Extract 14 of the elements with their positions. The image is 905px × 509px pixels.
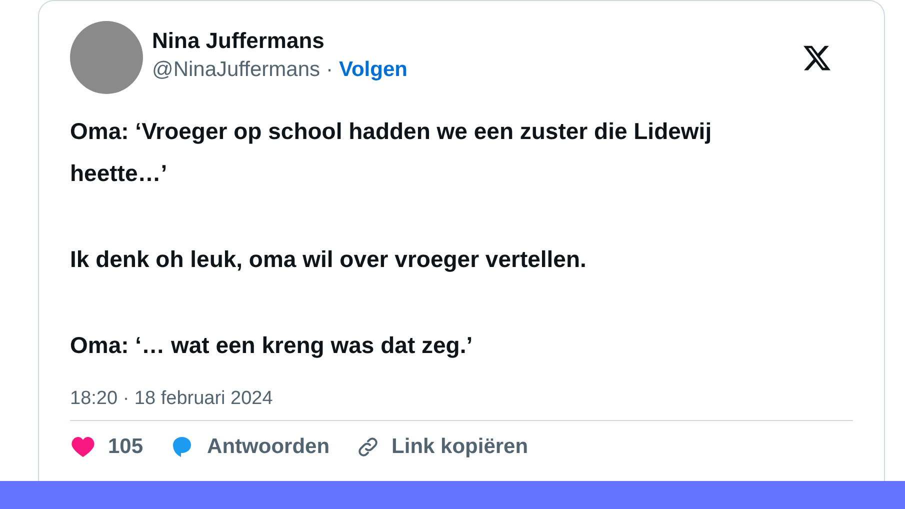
tweet-text: Oma: ‘Vroeger op school hadden we een zuster die Lidewij heette…’: [70, 117, 713, 188]
heart-icon: [70, 436, 96, 458]
link-icon: [356, 434, 380, 459]
link-action[interactable]: Link kopiëren: [356, 431, 528, 462]
follow-link[interactable]: Volgen: [339, 55, 408, 85]
timestamp[interactable]: 18:20 · 18 februari 2024: [70, 386, 853, 412]
x-logo-icon[interactable]: [801, 43, 833, 73]
reply-action[interactable]: Antwoorden: [169, 431, 330, 462]
tweet-text: Ik denk oh leuk, oma wil over vroeger vertellen.: [70, 245, 588, 274]
author-handle: @NinaJuffermans: [152, 57, 320, 83]
author-name: Nina Juffermans: [152, 27, 326, 55]
like-action[interactable]: 105: [70, 431, 144, 462]
tweet-text: Oma: ‘… wat een kreng was dat zeg.’: [70, 331, 474, 360]
separator-dot: ·: [326, 57, 333, 83]
